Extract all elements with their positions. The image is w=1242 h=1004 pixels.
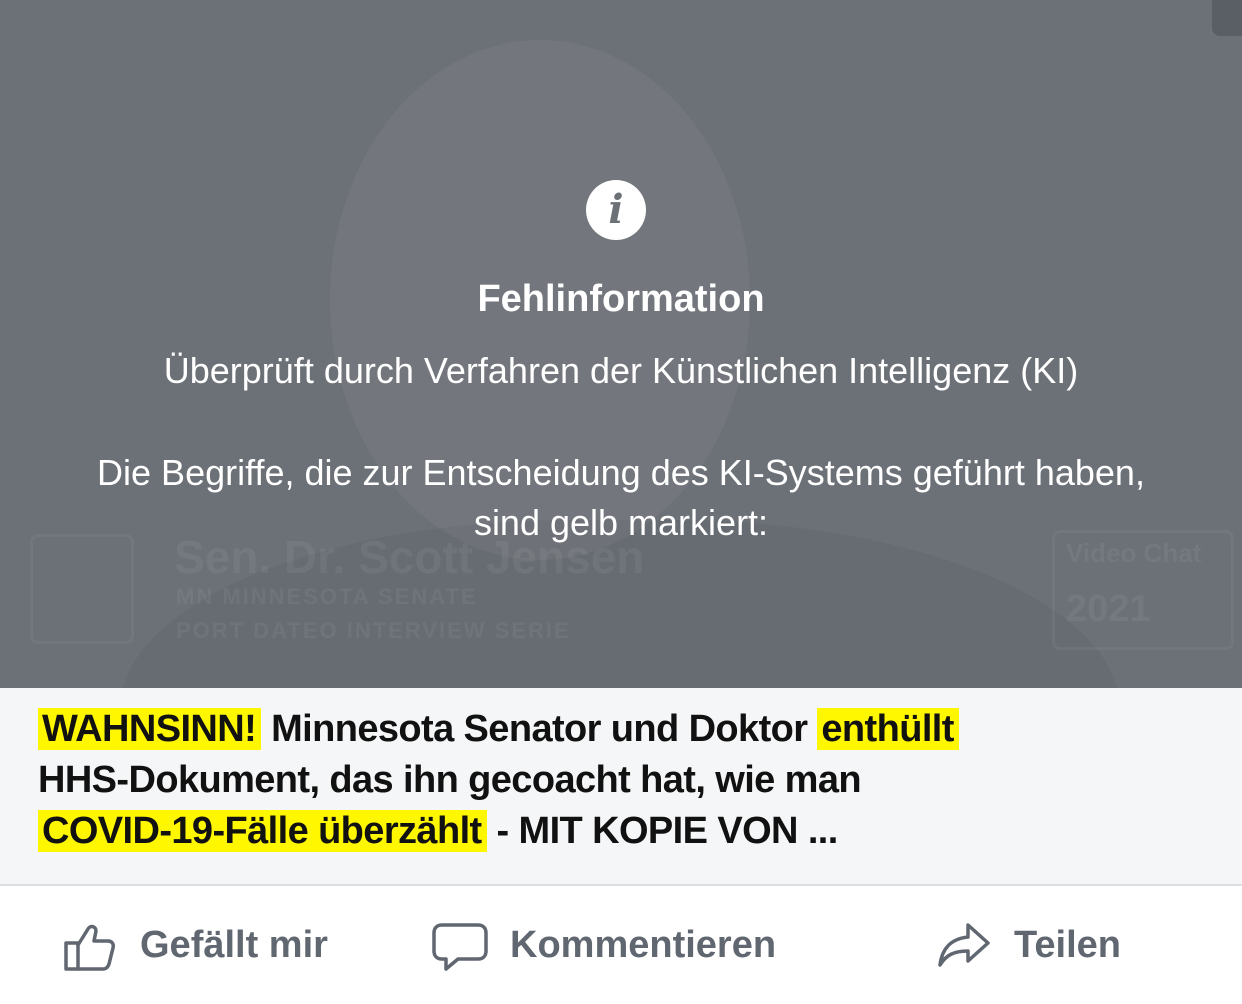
thumbs-up-icon [64,924,115,971]
blurred-logo-left [30,534,134,644]
blurred-caption-line1: MN MINNESOTA SENATE [176,584,478,609]
like-label: Gefällt mir [140,923,328,966]
media-overlay[interactable]: Sen. Dr. Scott Jensen MN MINNESOTA SENAT… [0,0,1242,688]
misinformation-explanation: Die Begriffe, die zur Entscheidung des K… [20,448,1222,548]
highlight-term: WAHNSINN! [38,708,262,750]
comment-icon [432,923,488,971]
misinformation-title: Fehlinformation [477,278,765,320]
comment-label: Kommentieren [510,923,777,966]
share-button[interactable]: Teilen [936,886,1121,1004]
comment-button[interactable]: Kommentieren [432,886,776,1004]
corner-tab [1212,0,1242,36]
blurred-badge-year: 2021 [1066,588,1151,630]
like-button[interactable]: Gefällt mir [62,886,328,1004]
explanation-line-2: sind gelb markiert: [473,502,769,543]
headline-text: HHS-Dokument, das ihn gecoacht hat, wie … [38,759,862,801]
misinformation-subtitle: Überprüft durch Verfahren der Künstliche… [163,350,1079,391]
highlight-term: enthüllt [817,708,959,750]
info-icon: i [586,180,646,240]
action-bar: Gefällt mir Kommentieren Teilen [0,886,1242,1004]
explanation-line-1: Die Begriffe, die zur Entscheidung des K… [97,452,1145,493]
share-icon [938,923,990,967]
headline-text: Minnesota Senator und Doktor [261,708,818,750]
share-label: Teilen [1014,923,1121,966]
highlight-term: COVID-19-Fälle überzählt [38,810,487,852]
blurred-caption-line2: PORT DATEO INTERVIEW SERIE [176,618,571,643]
headline-text: - MIT KOPIE VON ... [486,810,839,852]
post-headline[interactable]: WAHNSINN! Minnesota Senator und Doktor e… [38,704,1208,857]
